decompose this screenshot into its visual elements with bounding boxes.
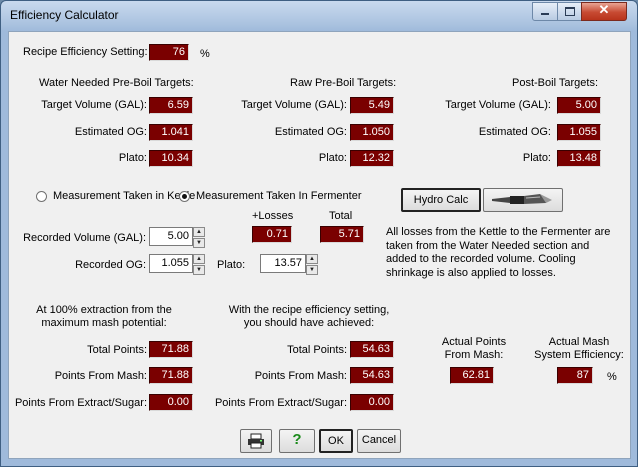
- extraction-points-mash-label: Points From Mash:: [54, 370, 147, 382]
- post-og-label: Estimated OG:: [478, 126, 551, 138]
- spin-up-icon[interactable]: ▲: [306, 254, 318, 264]
- achieved-heading-line2: you should have achieved:: [243, 317, 375, 329]
- total-header: Total: [329, 210, 353, 222]
- raw-og-value: 1.050: [350, 124, 394, 141]
- achieved-points-extract-label: Points From Extract/Sugar:: [214, 397, 347, 409]
- recorded-og-spinner[interactable]: ▲ ▼: [193, 254, 205, 275]
- fermenter-radio[interactable]: [179, 191, 190, 202]
- achieved-heading-line1: With the recipe efficiency setting,: [228, 304, 390, 316]
- recipe-efficiency-label: Recipe Efficiency Setting:: [23, 46, 148, 58]
- actual-efficiency-value: 87: [557, 367, 593, 384]
- water-target-volume-label: Target Volume (GAL):: [41, 99, 147, 111]
- raw-target-volume-label: Target Volume (GAL):: [241, 99, 347, 111]
- kettle-radio[interactable]: [36, 191, 47, 202]
- help-button[interactable]: ?: [279, 429, 315, 453]
- recipe-efficiency-value: 76: [149, 44, 189, 61]
- maximize-button[interactable]: [557, 2, 582, 21]
- post-og-value: 1.055: [557, 124, 601, 141]
- recorded-volume-label: Recorded Volume (GAL):: [23, 232, 146, 244]
- ok-button[interactable]: OK: [319, 429, 353, 453]
- water-needed-heading: Water Needed Pre-Boil Targets:: [39, 77, 194, 89]
- extraction-heading-line1: At 100% extraction from the: [36, 304, 172, 316]
- achieved-points-extract-value: 0.00: [350, 394, 394, 411]
- postboil-heading: Post-Boil Targets:: [512, 77, 599, 89]
- efficiency-calculator-window: Efficiency Calculator ✕ Recipe Efficienc…: [0, 0, 638, 467]
- water-plato-value: 10.34: [149, 150, 193, 167]
- close-icon: ✕: [598, 2, 610, 17]
- raw-target-volume-value: 5.49: [350, 97, 394, 114]
- post-target-volume-value: 5.00: [557, 97, 601, 114]
- hydro-calc-button[interactable]: Hydro Calc: [401, 188, 481, 212]
- extraction-heading-line2: maximum mash potential:: [41, 317, 167, 329]
- spin-down-icon[interactable]: ▼: [306, 265, 318, 275]
- refractometer-icon: [492, 194, 552, 204]
- water-target-volume-value: 6.59: [149, 97, 193, 114]
- achieved-total-points-value: 54.63: [350, 341, 394, 358]
- post-plato-label: Plato:: [522, 152, 551, 164]
- achieved-total-points-label: Total Points:: [287, 344, 347, 356]
- close-button[interactable]: ✕: [581, 2, 627, 21]
- actual-points-value: 62.81: [450, 367, 494, 384]
- achieved-points-mash-label: Points From Mash:: [254, 370, 347, 382]
- post-plato-value: 13.48: [557, 150, 601, 167]
- extraction-points-extract-label: Points From Extract/Sugar:: [14, 397, 147, 409]
- actual-efficiency-unit: %: [607, 371, 617, 383]
- printer-icon: [248, 433, 264, 449]
- extraction-total-points-label: Total Points:: [87, 344, 147, 356]
- losses-value: 0.71: [252, 226, 292, 243]
- actual-points-label-line2: From Mash:: [444, 349, 504, 361]
- achieved-points-mash-value: 54.63: [350, 367, 394, 384]
- minimize-icon: [541, 13, 549, 15]
- kettle-radio-label[interactable]: Measurement Taken in Kettle: [53, 190, 195, 202]
- actual-points-label-line1: Actual Points: [441, 336, 507, 348]
- print-button[interactable]: [240, 429, 272, 453]
- window-title: Efficiency Calculator: [10, 8, 119, 22]
- spin-up-icon[interactable]: ▲: [193, 254, 205, 264]
- losses-header: +Losses: [252, 210, 294, 222]
- raw-preboil-heading: Raw Pre-Boil Targets:: [290, 77, 397, 89]
- fermenter-radio-label[interactable]: Measurement Taken In Fermenter: [196, 190, 361, 202]
- recorded-volume-input[interactable]: 5.00: [149, 227, 193, 246]
- recorded-volume-spinner[interactable]: ▲ ▼: [193, 227, 205, 248]
- measured-plato-spinner[interactable]: ▲ ▼: [306, 254, 318, 275]
- actual-efficiency-label-line2: System Efficiency:: [534, 349, 624, 361]
- dialog-body: Recipe Efficiency Setting: 76 % Water Ne…: [8, 31, 631, 459]
- cancel-button[interactable]: Cancel: [357, 429, 401, 453]
- water-og-value: 1.041: [149, 124, 193, 141]
- spin-down-icon[interactable]: ▼: [193, 265, 205, 275]
- raw-plato-value: 12.32: [350, 150, 394, 167]
- extraction-points-mash-value: 71.88: [149, 367, 193, 384]
- raw-og-label: Estimated OG:: [274, 126, 347, 138]
- spin-down-icon[interactable]: ▼: [193, 238, 205, 248]
- minimize-button[interactable]: [532, 2, 558, 21]
- raw-plato-label: Plato:: [318, 152, 347, 164]
- refractometer-button[interactable]: [483, 188, 563, 212]
- maximize-icon: [565, 7, 575, 16]
- recorded-og-input[interactable]: 1.055: [149, 254, 193, 273]
- losses-note: All losses from the Kettle to the Fermen…: [386, 226, 611, 279]
- measured-plato-input[interactable]: 13.57: [260, 254, 306, 273]
- spin-up-icon[interactable]: ▲: [193, 227, 205, 237]
- post-target-volume-label: Target Volume (GAL):: [445, 99, 551, 111]
- recorded-og-label: Recorded OG:: [75, 259, 146, 271]
- water-plato-label: Plato:: [118, 152, 147, 164]
- recipe-efficiency-unit: %: [200, 48, 210, 60]
- extraction-total-points-value: 71.88: [149, 341, 193, 358]
- actual-efficiency-label-line1: Actual Mash: [548, 336, 610, 348]
- total-value: 5.71: [320, 226, 364, 243]
- measured-plato-label: Plato:: [217, 259, 246, 271]
- water-og-label: Estimated OG:: [74, 126, 147, 138]
- extraction-points-extract-value: 0.00: [149, 394, 193, 411]
